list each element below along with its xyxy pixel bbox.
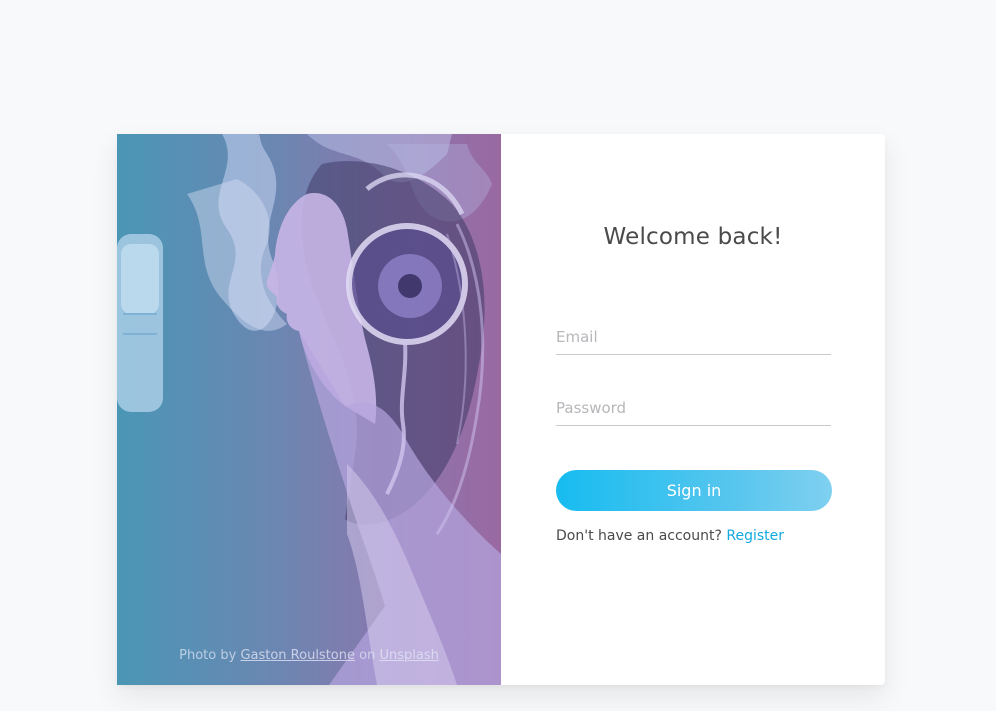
password-field[interactable] — [556, 391, 831, 426]
singer-illustration — [117, 134, 501, 685]
hero-photo: Photo by Gaston Roulstone on Unsplash — [117, 134, 501, 685]
credit-prefix: Photo by — [179, 648, 237, 663]
register-prompt: Don't have an account? Register — [556, 528, 784, 544]
email-field[interactable] — [556, 320, 831, 355]
register-link[interactable]: Register — [726, 528, 784, 544]
login-card: Photo by Gaston Roulstone on Unsplash We… — [117, 134, 885, 685]
sign-in-button[interactable]: Sign in — [556, 470, 832, 511]
credit-middle: on — [359, 648, 376, 663]
login-form: Welcome back! Sign in Don't have an acco… — [501, 134, 885, 685]
page-title: Welcome back! — [603, 224, 783, 250]
no-account-text: Don't have an account? — [556, 528, 722, 544]
photo-source-link[interactable]: Unsplash — [379, 648, 438, 663]
photo-credit: Photo by Gaston Roulstone on Unsplash — [117, 648, 501, 663]
photo-author-link[interactable]: Gaston Roulstone — [240, 648, 355, 663]
